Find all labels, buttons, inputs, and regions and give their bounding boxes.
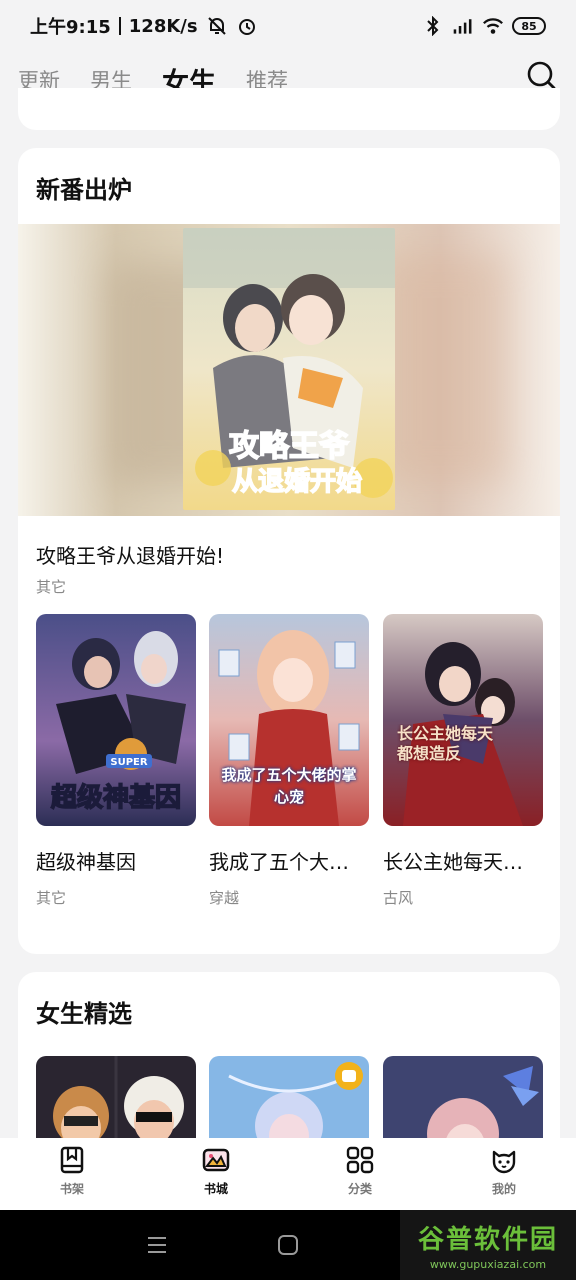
book-cover-text: 超级神基因 xyxy=(51,782,181,813)
hero-cover-title-line2: 从退婚开始 xyxy=(232,467,362,497)
book-cover-text: 我成了五个大佬的掌心宠 xyxy=(221,766,357,806)
bookshelf-icon xyxy=(58,1146,86,1174)
section-title-girls-picks: 女生精选 xyxy=(36,1000,132,1028)
book-cover-text: 长公主她每天都想造反 xyxy=(397,724,494,763)
wifi-icon xyxy=(482,15,504,37)
hero-cover-title-line1: 攻略王爷 xyxy=(229,429,349,464)
book-genre: 古风 xyxy=(383,889,414,907)
book-item[interactable]: 我成了五个大佬的掌心宠 我成了五个大… 穿越 xyxy=(209,614,369,908)
category-icon xyxy=(346,1146,374,1174)
book-cover[interactable]: SUPER 超级神基因 xyxy=(36,614,196,826)
status-bar: 上午9:15 128K/s 85 xyxy=(0,0,576,52)
nav-item-category[interactable]: 分类 xyxy=(288,1138,432,1210)
battery-icon: 85 xyxy=(512,17,546,35)
hero-cover-image[interactable]: 攻略王爷 从退婚开始 xyxy=(183,228,395,510)
home-button-icon[interactable] xyxy=(278,1235,298,1255)
hd-signal-icon xyxy=(452,15,474,37)
status-network-speed: 128K/s xyxy=(128,15,198,37)
section-title-new-releases: 新番出炉 xyxy=(36,176,132,204)
bottom-navigation: 书架 书城 分类 我的 xyxy=(0,1138,576,1210)
alarm-icon xyxy=(236,15,258,37)
book-title[interactable]: 超级神基因 xyxy=(36,846,196,875)
book-item[interactable]: 长公主她每天都想造反 长公主她每天… 古风 xyxy=(383,614,543,908)
book-title[interactable]: 长公主她每天… xyxy=(383,846,543,875)
book-genre: 其它 xyxy=(36,889,67,907)
nav-item-bookshelf[interactable]: 书架 xyxy=(0,1138,144,1210)
hero-book-title[interactable]: 攻略王爷从退婚开始! xyxy=(36,540,224,569)
status-separator xyxy=(118,17,121,35)
nav-item-bookstore[interactable]: 书城 xyxy=(144,1138,288,1210)
nav-label-bookshelf: 书架 xyxy=(59,1182,84,1196)
watermark-url: www.gupuxiazai.com xyxy=(429,1258,547,1271)
book-cover[interactable]: 我成了五个大佬的掌心宠 xyxy=(209,614,369,826)
book-cover[interactable]: 长公主她每天都想造反 xyxy=(383,614,543,826)
nav-label-profile: 我的 xyxy=(491,1182,516,1196)
watermark-title: 谷普软件园 xyxy=(417,1225,558,1255)
previous-section-card xyxy=(18,88,560,130)
book-item[interactable]: SUPER 超级神基因 超级神基因 其它 xyxy=(36,614,196,908)
nav-label-category: 分类 xyxy=(347,1182,372,1196)
book-cover-badge: SUPER xyxy=(110,757,147,768)
mute-icon xyxy=(206,15,228,37)
bluetooth-icon xyxy=(422,15,444,37)
book-title[interactable]: 我成了五个大… xyxy=(209,846,369,875)
system-navigation-bar: 谷普软件园 www.gupuxiazai.com xyxy=(0,1210,576,1280)
watermark-logo: 谷普软件园 www.gupuxiazai.com xyxy=(400,1210,576,1280)
nav-item-profile[interactable]: 我的 xyxy=(432,1138,576,1210)
new-releases-card: 新番出炉 攻略王爷 从退婚开始 攻略王爷从退婚开始! 其它 SUPER 超级神基… xyxy=(18,148,560,954)
recent-apps-icon[interactable] xyxy=(146,1235,168,1255)
bookstore-icon xyxy=(202,1146,230,1174)
status-time: 上午9:15 xyxy=(30,17,111,38)
profile-icon xyxy=(490,1146,518,1174)
nav-label-bookstore: 书城 xyxy=(203,1182,228,1196)
book-genre: 穿越 xyxy=(209,889,240,907)
hero-book-genre: 其它 xyxy=(36,578,67,596)
